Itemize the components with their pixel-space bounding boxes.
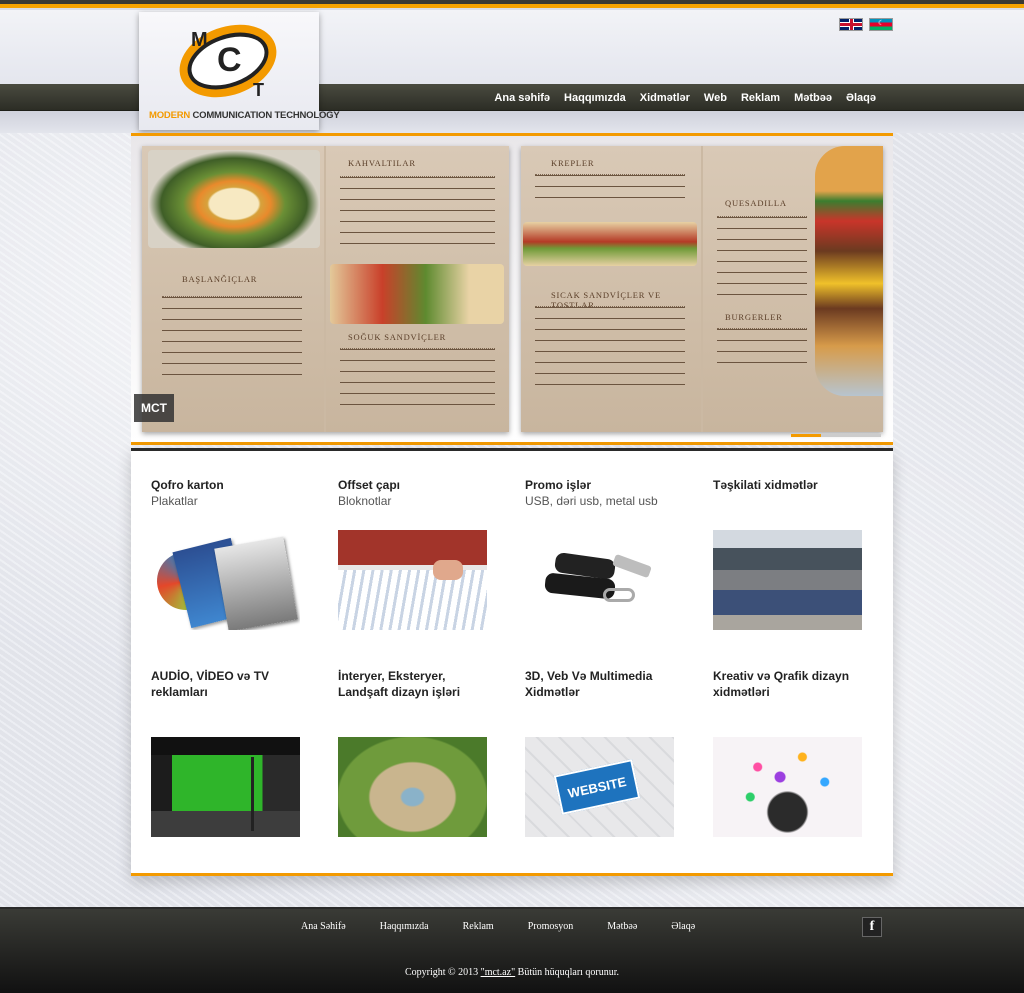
- main-nav-menu: Ana səhifə Haqqımızda Xidmətlər Web Rekl…: [487, 84, 883, 111]
- copyright-prefix: Copyright © 2013: [404, 967, 481, 978]
- service-image-events[interactable]: [713, 530, 862, 630]
- footer-nav: Ana Səhifə Haqqımızda Reklam Promosyon M…: [284, 921, 712, 932]
- service-image-website-puzzle[interactable]: WEBSITE: [525, 737, 674, 837]
- menu-lines: [717, 216, 807, 296]
- service-title: Təşkilati xidmətlər: [713, 478, 818, 492]
- language-switcher: [839, 18, 893, 31]
- menu-lines: [340, 348, 495, 408]
- mct-logo-icon: M C T: [179, 24, 277, 100]
- nav-item-printing[interactable]: Mətbəə: [787, 92, 839, 104]
- service-subtitle: USB, dəri usb, metal usb: [525, 494, 658, 508]
- menu-lines: [535, 174, 685, 204]
- service-card[interactable]: Offset çapı Bloknotlar: [338, 477, 498, 509]
- copyright-suffix: Bütün hüquqları qorunur.: [515, 967, 620, 978]
- footer-nav-about[interactable]: Haqqımızda: [363, 921, 446, 932]
- service-image-creative-design[interactable]: [713, 737, 862, 837]
- footer-nav-advertising[interactable]: Reklam: [446, 921, 511, 932]
- logo-tagline-modern: MODERN: [149, 110, 191, 121]
- nav-item-services[interactable]: Xidmətlər: [633, 92, 697, 104]
- footer-nav-contact[interactable]: Əlaqə: [654, 921, 712, 932]
- menu-lines: [535, 306, 685, 386]
- salad-photo: [148, 150, 320, 248]
- footer-nav-printing[interactable]: Mətbəə: [590, 921, 654, 932]
- copyright-link[interactable]: "mct.az": [481, 967, 516, 978]
- menu-title: BAŞLANĞIÇLAR: [182, 274, 258, 284]
- service-title: Kreativ və Qrafik dizayn xidmətləri: [713, 669, 850, 699]
- menu-page: BAŞLANĞIÇLAR: [142, 146, 324, 432]
- service-title: Qofro karton: [151, 478, 224, 492]
- wrap-photo: [523, 222, 697, 266]
- copyright: Copyright © 2013 "mct.az" Bütün hüquqlar…: [0, 967, 1024, 978]
- nav-item-home[interactable]: Ana səhifə: [487, 92, 557, 104]
- site-logo[interactable]: M C T MODERN COMMUNICATION TECHNOLOGY: [139, 12, 340, 130]
- menu-lines: [717, 328, 807, 368]
- services-panel: Qofro karton Plakatlar Offset çapı Blokn…: [131, 448, 893, 876]
- service-image-landscape[interactable]: [338, 737, 487, 837]
- logo-tagline: MODERN COMMUNICATION TECHNOLOGY: [149, 110, 340, 121]
- service-card[interactable]: İnteryer, Eksteryer, Landşaft dizayn işl…: [338, 668, 498, 700]
- service-card[interactable]: Kreativ və Qrafik dizayn xidmətləri: [713, 668, 873, 700]
- english-flag-icon[interactable]: [839, 18, 863, 31]
- slider-progress-fill: [791, 434, 821, 437]
- service-image-offset-print[interactable]: [338, 530, 487, 630]
- slider-caption: MCT: [134, 394, 174, 422]
- service-image-posters[interactable]: [151, 530, 300, 630]
- service-title: 3D, Veb Və Multimedia Xidmətlər: [525, 669, 653, 699]
- slider-progress: [791, 434, 881, 437]
- nav-item-web[interactable]: Web: [697, 92, 734, 104]
- top-accent-strip: [0, 0, 1024, 10]
- menu-title: KAHVALTILAR: [348, 158, 416, 168]
- nav-item-advertising[interactable]: Reklam: [734, 92, 787, 104]
- burger-photo: [815, 146, 883, 396]
- footer-nav-promotion[interactable]: Promosyon: [511, 921, 591, 932]
- menu-book-left: BAŞLANĞIÇLAR KAHVALTILAR SOĞUK SANDVİÇLE…: [142, 146, 509, 432]
- logo-letter-m: M: [191, 29, 208, 51]
- service-card[interactable]: Təşkilati xidmətlər: [713, 477, 873, 493]
- menu-book-right: KREPLER SICAK SANDVİÇLER VE TOSTLAR QUES…: [521, 146, 883, 432]
- service-title: Promo işlər: [525, 478, 592, 492]
- facebook-icon[interactable]: f: [862, 917, 882, 937]
- service-card[interactable]: Qofro karton Plakatlar: [151, 477, 311, 509]
- service-card[interactable]: Promo işlər USB, dəri usb, metal usb: [525, 477, 685, 509]
- service-subtitle: Bloknotlar: [338, 494, 392, 508]
- logo-letter-t: T: [253, 80, 264, 100]
- menu-page: QUESADILLA BURGERLER: [703, 146, 883, 432]
- logo-letter-c: C: [217, 41, 242, 79]
- azerbaijan-flag-icon[interactable]: [869, 18, 893, 31]
- service-title: Offset çapı: [338, 478, 401, 492]
- menu-title: SOĞUK SANDVİÇLER: [348, 332, 447, 342]
- service-title: AUDİO, VİDEO və TV reklamları: [151, 669, 270, 699]
- service-card[interactable]: AUDİO, VİDEO və TV reklamları: [151, 668, 311, 700]
- nav-item-about[interactable]: Haqqımızda: [557, 92, 633, 104]
- site-footer: Ana Səhifə Haqqımızda Reklam Promosyon M…: [0, 907, 1024, 993]
- sandwich-photo: [330, 264, 504, 324]
- service-image-tv-studio[interactable]: [151, 737, 300, 837]
- service-subtitle: Plakatlar: [151, 494, 198, 508]
- logo-tagline-rest: COMMUNICATION TECHNOLOGY: [190, 110, 340, 121]
- nav-item-contact[interactable]: Əlaqə: [839, 92, 883, 104]
- service-image-usb[interactable]: [525, 530, 674, 630]
- service-card[interactable]: 3D, Veb Və Multimedia Xidmətlər: [525, 668, 685, 700]
- service-title: İnteryer, Eksteryer, Landşaft dizayn işl…: [338, 669, 461, 699]
- menu-title: BURGERLER: [725, 312, 783, 322]
- menu-page: KREPLER SICAK SANDVİÇLER VE TOSTLAR: [521, 146, 701, 432]
- menu-lines: [162, 296, 302, 376]
- menu-title: KREPLER: [551, 158, 595, 168]
- footer-nav-home[interactable]: Ana Səhifə: [284, 921, 363, 932]
- menu-lines: [340, 176, 495, 246]
- hero-slider[interactable]: BAŞLANĞIÇLAR KAHVALTILAR SOĞUK SANDVİÇLE…: [131, 133, 893, 445]
- menu-title: QUESADILLA: [725, 198, 787, 208]
- menu-page: KAHVALTILAR SOĞUK SANDVİÇLER: [326, 146, 509, 432]
